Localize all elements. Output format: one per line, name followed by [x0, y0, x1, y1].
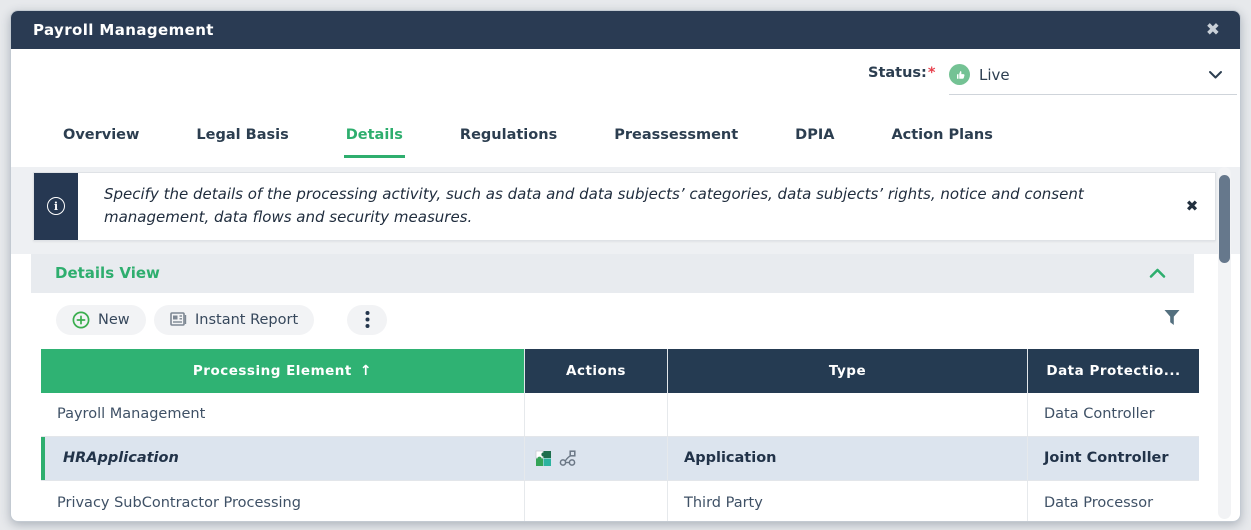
info-banner: i Specify the details of the processing … [33, 172, 1216, 241]
integration-puzzle-icon[interactable] [535, 450, 552, 467]
section-title: Details View [55, 264, 160, 282]
tab-legal-basis[interactable]: Legal Basis [194, 113, 290, 158]
column-header-data-protection[interactable]: Data Protectio... [1027, 349, 1199, 393]
status-row: Status:* Live [11, 49, 1240, 103]
actions-cell [524, 437, 667, 480]
data-protection-cell: Data Processor [1027, 481, 1199, 523]
table-row[interactable]: Privacy SubContractor Processing Third P… [41, 481, 1199, 523]
payroll-management-dialog: Payroll Management ✖ Status:* Live Overv… [10, 10, 1241, 522]
type-cell: Application [667, 437, 1027, 480]
chevron-down-icon[interactable] [1208, 70, 1223, 80]
tab-action-plans[interactable]: Action Plans [889, 113, 994, 158]
status-label: Status:* [868, 65, 935, 81]
banner-close-icon[interactable]: ✖ [1169, 173, 1215, 240]
instant-report-label: Instant Report [195, 312, 298, 328]
dialog-title: Payroll Management [33, 21, 214, 39]
tab-strip: Overview Legal Basis Details Regulations… [11, 103, 1240, 167]
live-status-icon [949, 64, 970, 85]
report-icon [170, 312, 187, 327]
status-value: Live [979, 66, 1010, 84]
column-header-processing-element[interactable]: Processing Element ↑ [41, 349, 524, 393]
info-banner-wrap: i Specify the details of the processing … [11, 167, 1240, 254]
tab-overview[interactable]: Overview [61, 113, 141, 158]
vertical-scrollbar-track[interactable] [1218, 167, 1231, 519]
actions-cell [524, 393, 667, 436]
chevron-up-icon[interactable] [1149, 268, 1166, 279]
type-cell [667, 393, 1027, 436]
table-row-selected[interactable]: HRApplication Application Joint Controll… [41, 437, 1199, 481]
data-flow-graph-icon[interactable] [559, 450, 578, 467]
info-banner-text: Specify the details of the processing ac… [78, 173, 1169, 240]
data-protection-cell: Data Controller [1027, 393, 1199, 436]
status-dropdown[interactable]: Live [949, 55, 1237, 95]
type-cell: Third Party [667, 481, 1027, 523]
info-icon-block: i [34, 173, 78, 240]
filter-button[interactable] [1162, 308, 1182, 331]
more-options-button[interactable] [347, 305, 387, 335]
info-icon: i [47, 197, 65, 215]
tab-dpia[interactable]: DPIA [793, 113, 836, 158]
data-protection-cell: Joint Controller [1027, 437, 1199, 480]
new-button[interactable]: New [56, 305, 146, 335]
processing-elements-table: Processing Element ↑ Actions Type Data P… [41, 349, 1199, 523]
new-button-label: New [98, 312, 130, 328]
required-asterisk: * [928, 65, 936, 81]
instant-report-button[interactable]: Instant Report [154, 305, 314, 335]
plus-circle-icon [72, 311, 90, 329]
column-header-actions[interactable]: Actions [524, 349, 667, 393]
tab-details[interactable]: Details [344, 113, 405, 158]
kebab-menu-icon [365, 310, 370, 329]
processing-element-cell: Payroll Management [41, 393, 524, 436]
processing-element-cell: Privacy SubContractor Processing [41, 481, 524, 523]
sort-ascending-icon: ↑ [360, 363, 372, 379]
details-view-header[interactable]: Details View [31, 254, 1194, 293]
vertical-scrollbar-thumb[interactable] [1219, 175, 1230, 263]
table-row[interactable]: Payroll Management Data Controller [41, 393, 1199, 437]
actions-cell [524, 481, 667, 523]
table-toolbar: New Instant Report [11, 293, 1240, 349]
tab-regulations[interactable]: Regulations [458, 113, 559, 158]
tab-preassessment[interactable]: Preassessment [612, 113, 740, 158]
column-header-type[interactable]: Type [667, 349, 1027, 393]
filter-funnel-icon [1162, 308, 1182, 327]
processing-element-cell: HRApplication [41, 437, 524, 480]
dialog-close-icon[interactable]: ✖ [1206, 22, 1220, 39]
dialog-titlebar: Payroll Management ✖ [11, 11, 1240, 49]
table-header-row: Processing Element ↑ Actions Type Data P… [41, 349, 1199, 393]
